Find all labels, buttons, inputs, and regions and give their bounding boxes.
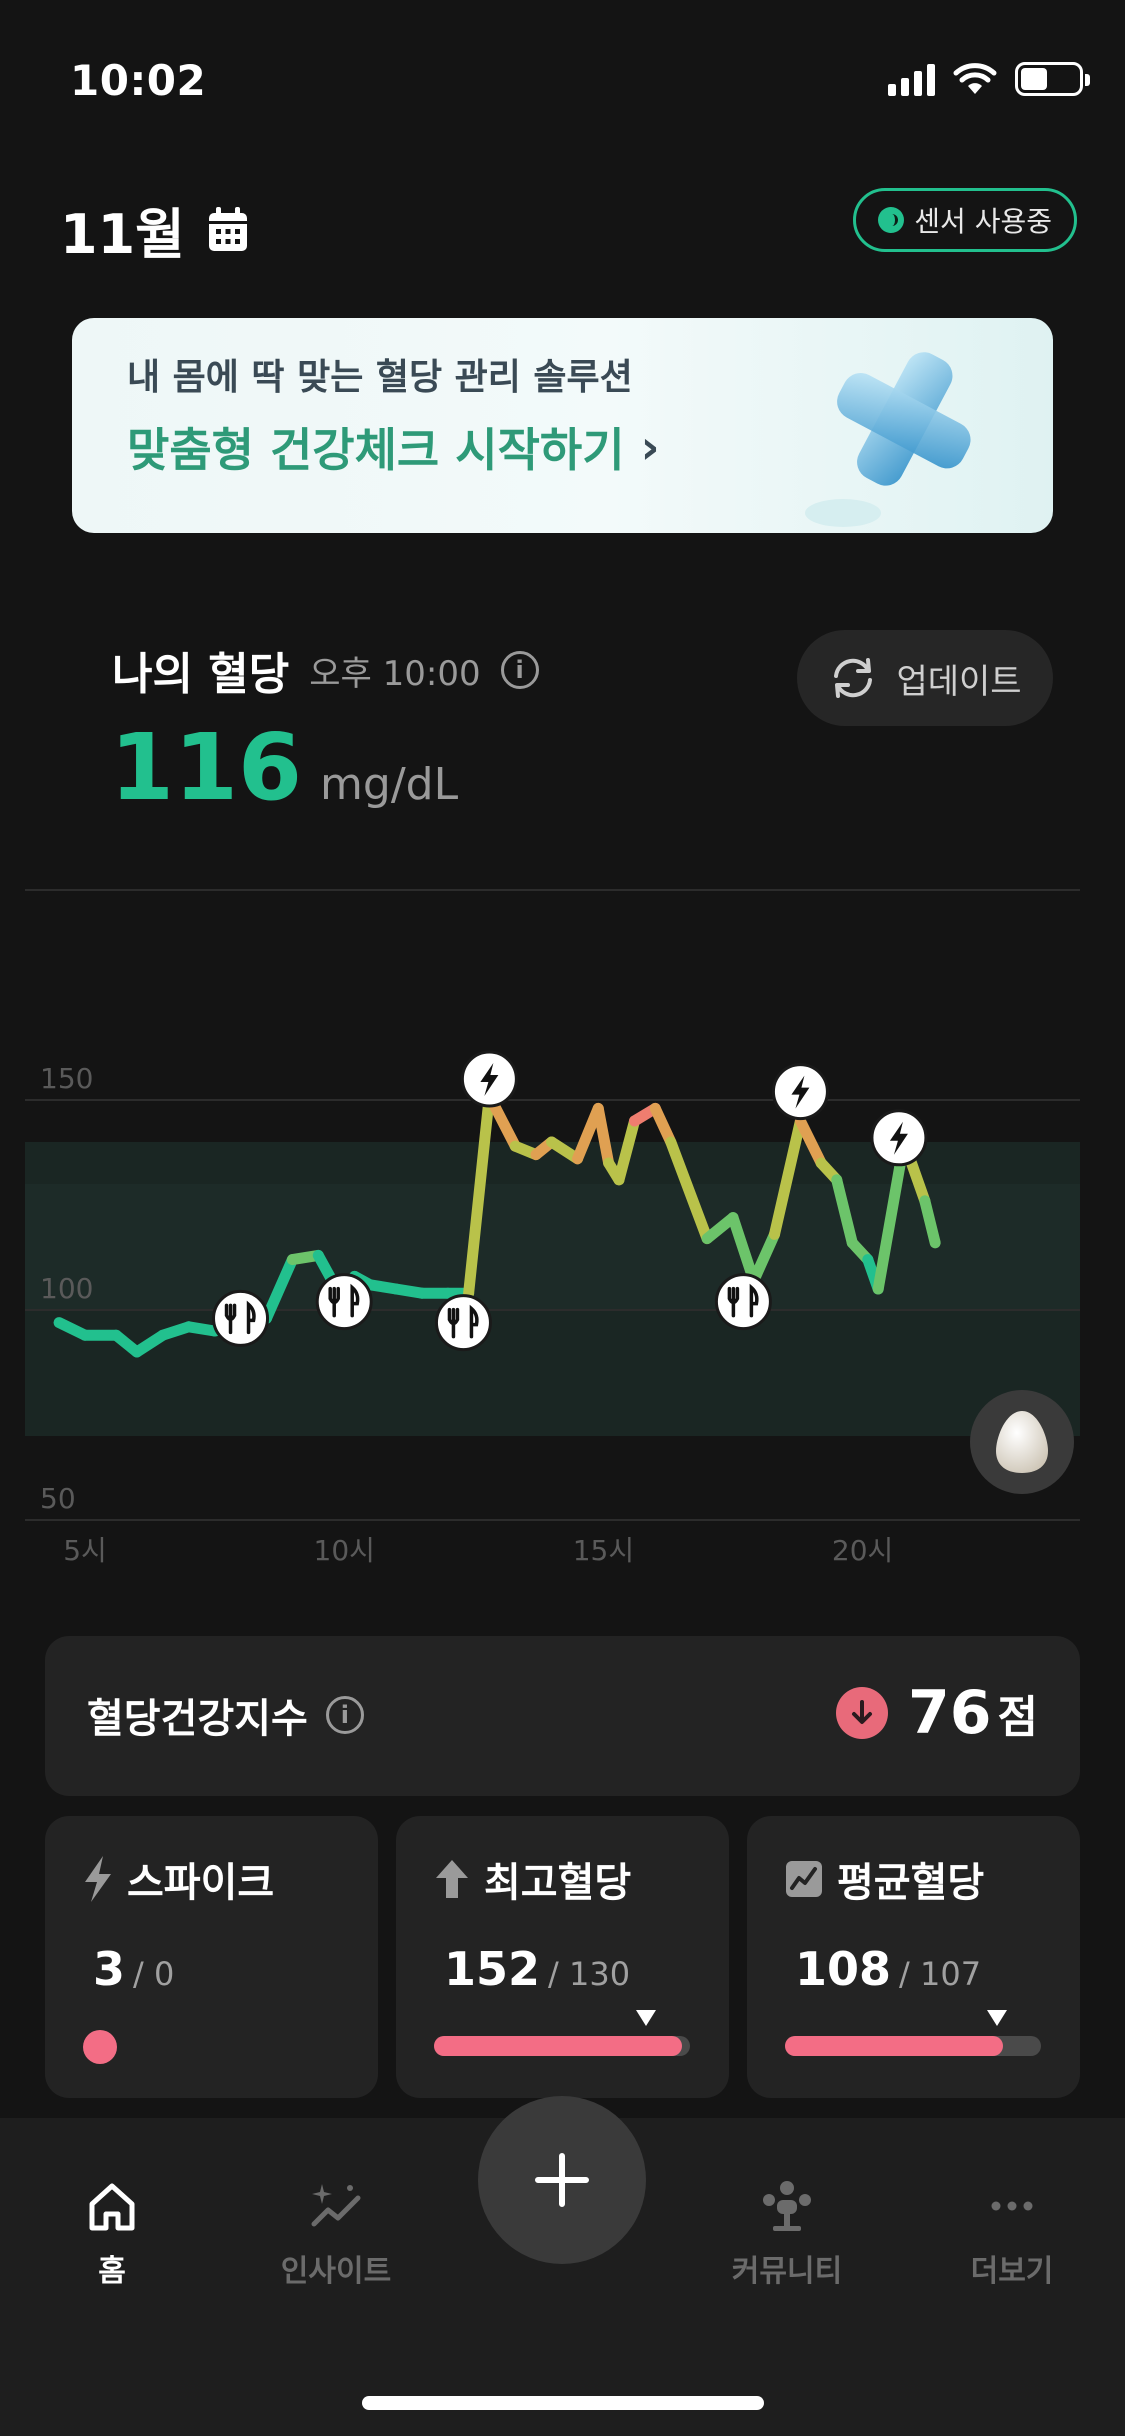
nav-more[interactable]: 더보기 bbox=[922, 2178, 1102, 2290]
score-label-row: 혈당건강지수 i bbox=[87, 1686, 364, 1744]
avg-glucose-header: 평균혈당 bbox=[785, 1850, 984, 1908]
banner-title-row: 맞춤형 건강체크 시작하기 › bbox=[127, 414, 660, 480]
nav-insight-label: 인사이트 bbox=[280, 2254, 392, 2289]
month-label: 11월 bbox=[60, 203, 185, 266]
x-tick-label: 5시 bbox=[63, 1534, 107, 1567]
nav-home-label: 홈 bbox=[98, 2254, 126, 2289]
spike-values: 3 / 0 bbox=[93, 1942, 174, 1996]
home-icon bbox=[89, 2183, 135, 2231]
y-tick-label: 50 bbox=[40, 1482, 76, 1515]
meal-marker bbox=[434, 1294, 492, 1352]
arrow-up-icon bbox=[436, 1860, 468, 1898]
spike-baseline: / 0 bbox=[133, 1955, 175, 1993]
max-glucose-header: 최고혈당 bbox=[434, 1850, 631, 1908]
lightning-icon bbox=[85, 1856, 111, 1902]
spike-card[interactable]: 스파이크 3 / 0 bbox=[45, 1816, 378, 2098]
score-value: 76 bbox=[908, 1678, 992, 1748]
max-glucose-baseline: / 130 bbox=[548, 1955, 631, 1993]
sensor-status-badge[interactable]: 센서 사용중 bbox=[853, 188, 1077, 252]
sensor-status-label: 센서 사용중 bbox=[914, 205, 1052, 238]
glucose-unit: mg/dL bbox=[320, 759, 459, 810]
x-tick-label: 20시 bbox=[832, 1534, 893, 1567]
max-glucose-bar bbox=[434, 2010, 690, 2056]
glucose-line-segment bbox=[649, 1102, 677, 1148]
glucose-value-row: 116 mg/dL bbox=[110, 714, 458, 821]
glucose-chart[interactable]: 200 150 100 50 5시 10시 15시 20시 bbox=[0, 880, 1125, 1600]
glucose-score-card[interactable]: 혈당건강지수 i 76 점 bbox=[45, 1636, 1080, 1796]
avg-glucose-bar bbox=[785, 2010, 1041, 2056]
glucose-value: 116 bbox=[110, 714, 303, 821]
max-glucose-values: 152 / 130 bbox=[444, 1942, 630, 1996]
meal-marker bbox=[212, 1289, 270, 1347]
info-icon[interactable]: i bbox=[500, 651, 539, 689]
header: 11월 센서 사용중 bbox=[60, 180, 1077, 266]
egg-icon bbox=[996, 1411, 1048, 1473]
max-glucose-label: 최고혈당 bbox=[484, 1860, 632, 1906]
y-tick-label: 200 bbox=[40, 880, 93, 885]
banner-subtitle: 내 몸에 딱 맞는 혈당 관리 솔루션 bbox=[127, 357, 633, 398]
status-bar: 10:02 bbox=[0, 0, 1125, 150]
status-time: 10:02 bbox=[70, 56, 207, 105]
glucose-time: 오후 10:00 bbox=[309, 653, 481, 694]
home-indicator bbox=[362, 2396, 764, 2410]
more-dots-icon bbox=[991, 2201, 1033, 2211]
y-tick-label: 100 bbox=[40, 1272, 93, 1305]
meal-marker bbox=[714, 1273, 772, 1331]
nav-more-label: 더보기 bbox=[970, 2254, 1054, 2289]
glucose-title-row: 나의 혈당 오후 10:00 i bbox=[112, 638, 539, 702]
max-glucose-marker bbox=[636, 2010, 657, 2026]
x-tick-label: 10시 bbox=[314, 1534, 375, 1567]
nav-community[interactable]: 커뮤니티 bbox=[697, 2178, 877, 2290]
egg-button[interactable] bbox=[970, 1390, 1074, 1494]
update-label: 업데이트 bbox=[896, 661, 1022, 702]
wifi-icon bbox=[953, 63, 997, 94]
score-label: 혈당건강지수 bbox=[87, 1696, 308, 1742]
avg-glucose-baseline: / 107 bbox=[899, 1955, 982, 1993]
month-selector[interactable]: 11월 bbox=[60, 190, 249, 269]
avg-glucose-bar-fill bbox=[785, 2036, 1003, 2056]
y-tick-label: 150 bbox=[40, 1062, 93, 1095]
banner-illustration bbox=[805, 352, 971, 527]
avg-glucose-card[interactable]: 평균혈당 108 / 107 bbox=[747, 1816, 1080, 2098]
insight-sparkle-icon bbox=[311, 2184, 361, 2227]
max-glucose-bar-fill bbox=[434, 2036, 683, 2056]
arrow-down-icon bbox=[836, 1687, 889, 1739]
avg-glucose-value: 108 bbox=[795, 1942, 892, 1996]
battery-icon bbox=[1015, 62, 1090, 96]
trend-chart-icon bbox=[786, 1861, 822, 1897]
max-glucose-value: 152 bbox=[444, 1942, 541, 1996]
spike-count: 3 bbox=[93, 1942, 126, 1996]
glucose-title: 나의 혈당 bbox=[112, 649, 290, 700]
community-icon bbox=[763, 2181, 811, 2231]
nav-insight[interactable]: 인사이트 bbox=[246, 2178, 426, 2290]
banner-title: 맞춤형 건강체크 시작하기 bbox=[127, 423, 625, 477]
x-tick-label: 15시 bbox=[573, 1534, 634, 1567]
avg-glucose-marker bbox=[987, 2010, 1008, 2026]
nav-community-label: 커뮤니티 bbox=[731, 2254, 843, 2289]
score-value-row: 76 점 bbox=[836, 1678, 1038, 1748]
promo-banner[interactable]: 내 몸에 딱 맞는 혈당 관리 솔루션 맞춤형 건강체크 시작하기 › bbox=[72, 318, 1053, 533]
max-glucose-card[interactable]: 최고혈당 152 / 130 bbox=[396, 1816, 729, 2098]
chevron-right-icon: › bbox=[640, 420, 660, 474]
sensor-icon bbox=[878, 207, 905, 233]
spike-indicator-dot bbox=[83, 2030, 117, 2064]
nav-home[interactable]: 홈 bbox=[22, 2178, 202, 2290]
spike-card-header: 스파이크 bbox=[83, 1850, 274, 1908]
add-button[interactable] bbox=[478, 2096, 646, 2264]
meal-marker bbox=[315, 1273, 373, 1331]
score-unit: 점 bbox=[997, 1692, 1038, 1743]
status-icons bbox=[888, 62, 1090, 96]
avg-glucose-values: 108 / 107 bbox=[795, 1942, 981, 1996]
avg-glucose-label: 평균혈당 bbox=[837, 1860, 985, 1906]
signal-icon bbox=[888, 62, 935, 96]
refresh-icon bbox=[834, 658, 873, 698]
info-icon[interactable]: i bbox=[325, 1696, 364, 1734]
spike-label: 스파이크 bbox=[127, 1860, 275, 1906]
plus-icon bbox=[535, 2153, 589, 2207]
update-button[interactable]: 업데이트 bbox=[797, 630, 1053, 726]
calendar-icon[interactable] bbox=[207, 206, 249, 253]
